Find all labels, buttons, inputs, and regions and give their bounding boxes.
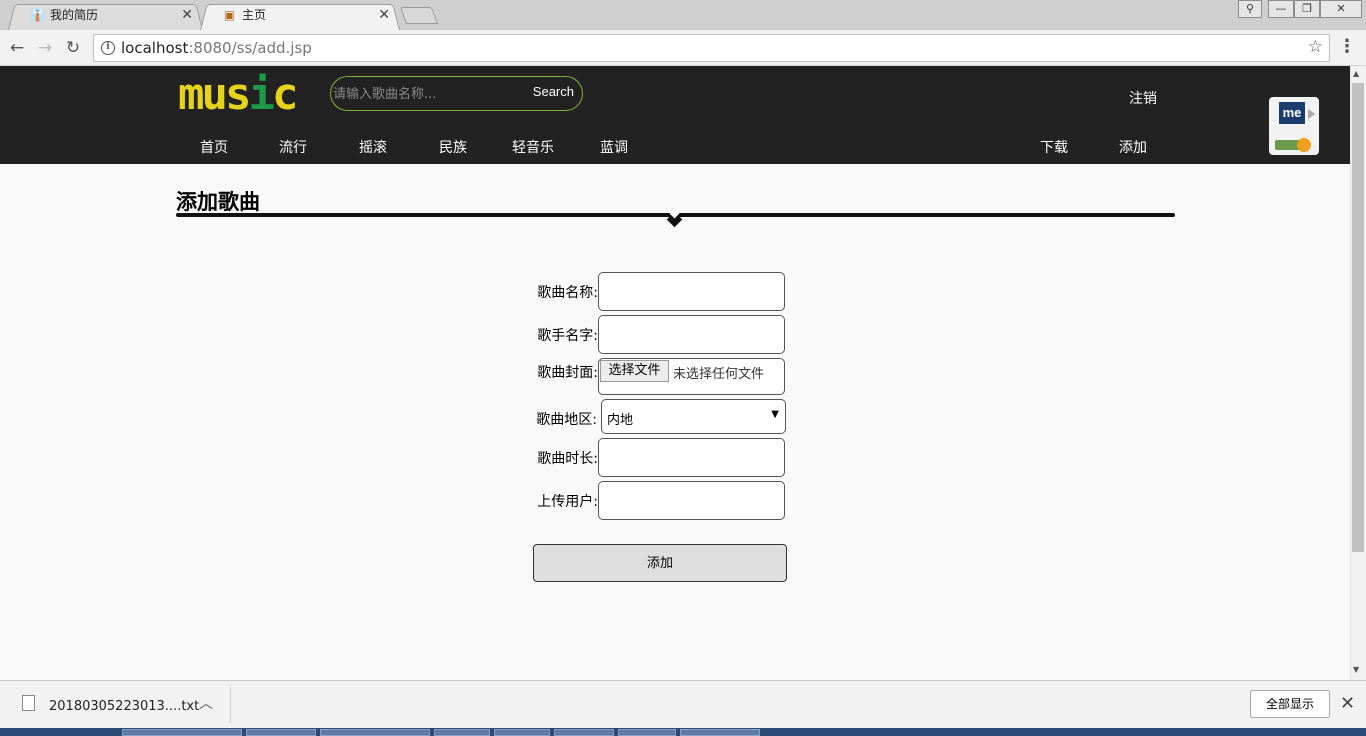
logo-text-part3: c	[271, 69, 298, 120]
file-icon	[22, 695, 35, 711]
singer-label: 歌手名字:	[537, 328, 598, 344]
bookmark-star-icon[interactable]: ☆	[1308, 37, 1323, 57]
close-icon[interactable]: ✕	[378, 2, 390, 28]
taskbar-item[interactable]	[680, 729, 760, 736]
taskbar-item[interactable]	[494, 729, 550, 736]
window-close-icon[interactable]: ✕	[1320, 0, 1362, 18]
search-button[interactable]: Search	[533, 84, 574, 99]
back-arrow-icon[interactable]: ←	[5, 36, 29, 60]
uploader-label: 上传用户:	[537, 494, 598, 510]
play-triangle-icon	[1308, 109, 1315, 119]
browser-toolbar: ← → ↻ i localhost:8080/ss/add.jsp ☆ ⋮	[0, 30, 1366, 66]
cover-file-field: 选择文件 未选择任何文件	[598, 358, 785, 395]
nav-item-add[interactable]: 添加	[1119, 137, 1147, 157]
region-select[interactable]: 内地 ▼	[601, 399, 786, 434]
chevron-up-icon[interactable]: ︿	[199, 693, 213, 713]
cover-label: 歌曲封面:	[537, 365, 598, 381]
page-favicon-icon: ▣	[223, 8, 236, 22]
nav-item-download[interactable]: 下载	[1040, 137, 1068, 157]
taskbar-item[interactable]	[554, 729, 614, 736]
submit-button[interactable]: 添加	[533, 544, 787, 582]
scrollbar-thumb[interactable]	[1352, 83, 1364, 552]
song-name-label: 歌曲名称:	[537, 285, 598, 301]
info-icon[interactable]: i	[101, 41, 115, 55]
profile-icon[interactable]: ⚲	[1238, 0, 1262, 18]
nav-item-home[interactable]: 首页	[200, 137, 228, 157]
tab-home[interactable]: ▣ 主页 ✕	[200, 2, 400, 30]
scroll-down-icon[interactable]: ▼	[1353, 665, 1359, 674]
show-all-button[interactable]: 全部显示	[1250, 690, 1330, 718]
address-url: localhost:8080/ss/add.jsp	[121, 39, 312, 57]
region-label: 歌曲地区:	[536, 412, 597, 428]
dropdown-arrow-icon: ▼	[771, 409, 779, 420]
region-selected-value: 内地	[607, 413, 634, 428]
address-host: localhost	[121, 39, 189, 57]
logo-text-part1: mus	[178, 69, 252, 120]
nav-item-light-music[interactable]: 轻音乐	[512, 137, 554, 157]
extension-label: me	[1279, 102, 1305, 124]
tab-title: 我的简历	[50, 8, 99, 22]
taskbar-item[interactable]	[618, 729, 676, 736]
address-path: :8080/ss/add.jsp	[188, 39, 312, 57]
nav-item-folk[interactable]: 民族	[439, 137, 467, 157]
logo-text-part2: i	[248, 69, 274, 120]
forward-arrow-icon[interactable]: →	[33, 36, 57, 60]
uploader-input[interactable]	[598, 481, 785, 520]
download-divider	[230, 687, 231, 723]
singer-input[interactable]	[598, 315, 785, 354]
download-item[interactable]: 20180305223013....txt	[49, 699, 199, 714]
nav-item-blues[interactable]: 蓝调	[600, 137, 628, 157]
address-bar[interactable]: i localhost:8080/ss/add.jsp ☆	[93, 34, 1330, 62]
close-download-bar-icon[interactable]: ✕	[1340, 693, 1355, 714]
taskbar-item[interactable]	[122, 729, 242, 736]
download-bar: 20180305223013....txt ︿ 全部显示 ✕	[0, 680, 1366, 728]
search-input[interactable]	[333, 83, 513, 105]
song-name-input[interactable]	[598, 272, 785, 311]
search-box: Search	[330, 76, 583, 111]
badge-icon	[1297, 138, 1311, 152]
logout-link[interactable]: 注销	[1129, 88, 1157, 108]
duration-input[interactable]	[598, 438, 785, 477]
choose-file-button[interactable]: 选择文件	[600, 360, 669, 382]
nav-item-pop[interactable]: 流行	[279, 137, 307, 157]
resume-favicon-icon: 👔	[30, 8, 45, 22]
nav-item-rock[interactable]: 摇滚	[359, 137, 387, 157]
site-header: music Search 注销 首页 流行 摇滚 民族 轻音乐 蓝调 下载 添加…	[0, 66, 1350, 164]
tab-resume[interactable]: 👔 我的简历 ✕	[8, 2, 203, 30]
taskbar-item[interactable]	[320, 729, 430, 736]
reload-icon[interactable]: ↻	[61, 36, 85, 60]
minimize-icon[interactable]: —	[1268, 0, 1294, 18]
extension-widget[interactable]: me	[1269, 97, 1319, 155]
duration-label: 歌曲时长:	[537, 451, 598, 467]
site-logo[interactable]: music	[178, 69, 298, 120]
taskbar-item[interactable]	[434, 729, 490, 736]
new-tab-button[interactable]	[399, 7, 439, 24]
scroll-up-icon[interactable]: ▲	[1353, 69, 1359, 78]
tab-title: 主页	[242, 8, 267, 22]
close-icon[interactable]: ✕	[181, 2, 193, 28]
page-title: 添加歌曲	[176, 190, 260, 214]
browser-tabstrip: 👔 我的简历 ✕ ▣ 主页 ✕ ⚲ — ❐ ✕	[0, 0, 1366, 30]
taskbar-item[interactable]	[246, 729, 316, 736]
restore-icon[interactable]: ❐	[1294, 0, 1320, 18]
browser-menu-icon[interactable]: ⋮	[1338, 38, 1356, 56]
file-status: 未选择任何文件	[673, 367, 765, 382]
